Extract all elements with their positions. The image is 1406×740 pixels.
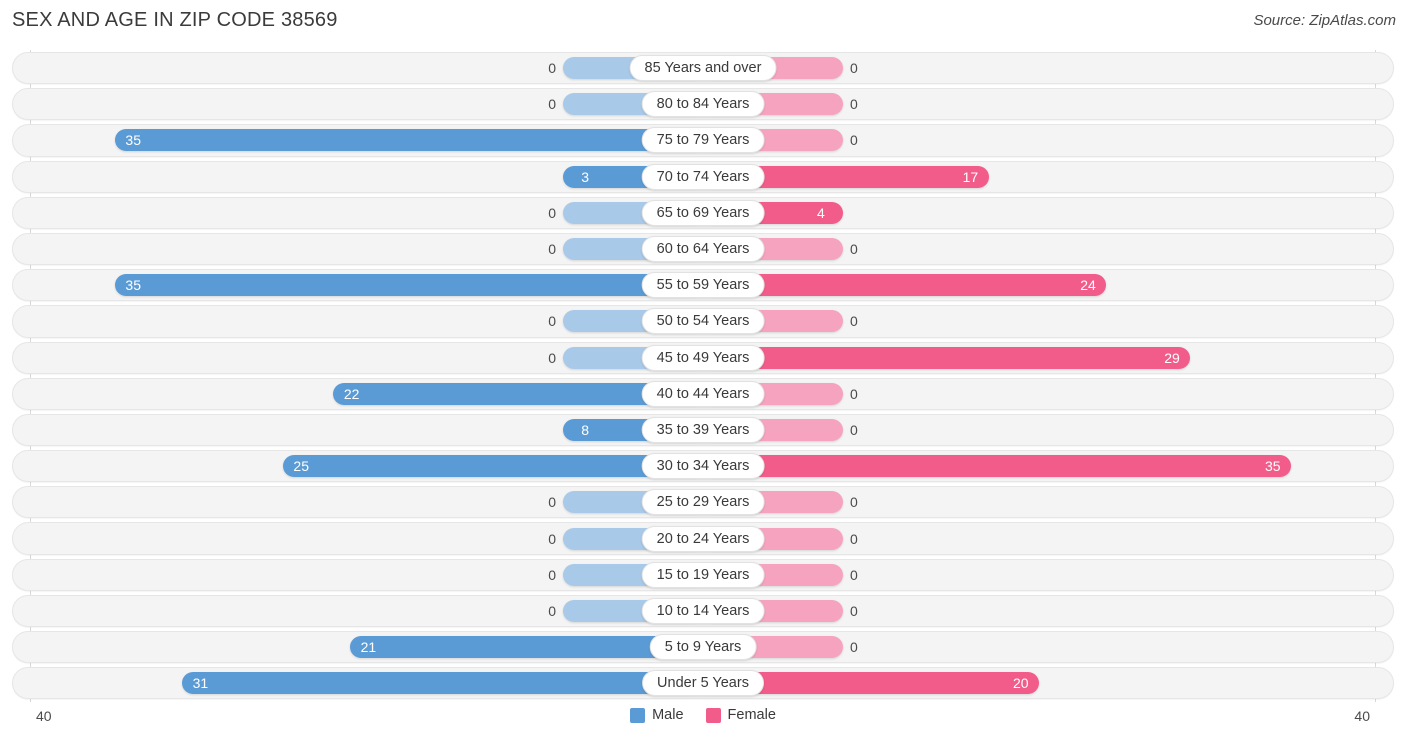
age-group-label: 50 to 54 Years	[641, 308, 765, 335]
female-value-label: 20	[1013, 675, 1029, 692]
female-bar[interactable]	[703, 455, 1291, 478]
age-group-label: 5 to 9 Years	[649, 634, 757, 661]
age-group-label: 65 to 69 Years	[641, 199, 765, 226]
age-group-row: 0 29 45 to 49 Years	[0, 340, 1406, 376]
female-value-label: 0	[850, 566, 858, 583]
age-group-row: 21 0 5 to 9 Years	[0, 629, 1406, 665]
male-value-label: 0	[548, 204, 556, 221]
female-value-label: 0	[850, 421, 858, 438]
male-value-label: 0	[548, 96, 556, 113]
age-group-label: 70 to 74 Years	[641, 163, 765, 190]
female-value-label: 0	[850, 241, 858, 258]
age-group-row: 25 35 30 to 34 Years	[0, 448, 1406, 484]
age-group-row: 0 0 15 to 19 Years	[0, 557, 1406, 593]
pyramid-plot-area: 0 0 85 Years and over 0 0 80 to 84 Years 35 0 75…	[0, 50, 1406, 702]
female-value-label: 0	[850, 385, 858, 402]
male-bar[interactable]	[115, 129, 703, 152]
legend-swatch-icon	[705, 707, 721, 723]
age-group-row: 0 0 85 Years and over	[0, 50, 1406, 86]
male-value-label: 0	[548, 349, 556, 366]
age-group-row: 0 4 65 to 69 Years	[0, 195, 1406, 231]
female-value-label: 17	[962, 168, 979, 185]
male-value-label: 0	[548, 602, 556, 619]
chart-page: SEX AND AGE IN ZIP CODE 38569 Source: Zi…	[0, 0, 1406, 740]
chart-header: SEX AND AGE IN ZIP CODE 38569 Source: Zi…	[0, 0, 1406, 46]
age-group-row: 0 0 20 to 24 Years	[0, 520, 1406, 556]
legend-item-female[interactable]: Female	[705, 707, 776, 723]
female-value-label: 29	[1164, 349, 1180, 366]
age-group-row: 8 0 35 to 39 Years	[0, 412, 1406, 448]
age-group-label: 75 to 79 Years	[641, 127, 765, 154]
female-value-label: 0	[850, 96, 858, 113]
male-value-label: 21	[360, 639, 377, 656]
age-group-label: 85 Years and over	[629, 55, 777, 82]
female-value-label: 0	[850, 602, 858, 619]
age-group-label: 15 to 19 Years	[641, 561, 765, 588]
page-title: SEX AND AGE IN ZIP CODE 38569	[12, 9, 338, 31]
age-group-label: 55 to 59 Years	[641, 272, 765, 299]
age-group-row: 0 0 10 to 14 Years	[0, 593, 1406, 629]
female-value-label: 4	[817, 204, 825, 221]
age-group-row: 35 24 55 to 59 Years	[0, 267, 1406, 303]
female-value-label: 24	[1080, 277, 1096, 294]
age-group-row: 0 0 60 to 64 Years	[0, 231, 1406, 267]
male-bar[interactable]	[115, 274, 703, 297]
age-group-label: 20 to 24 Years	[641, 525, 765, 552]
age-group-label: 40 to 44 Years	[641, 380, 765, 407]
male-value-label: 35	[125, 277, 141, 294]
age-group-row: 3 17 70 to 74 Years	[0, 159, 1406, 195]
age-group-row: 0 0 25 to 29 Years	[0, 484, 1406, 520]
age-group-label: 80 to 84 Years	[641, 91, 765, 118]
age-group-row: 0 0 80 to 84 Years	[0, 86, 1406, 122]
age-group-row: 0 0 50 to 54 Years	[0, 303, 1406, 339]
age-group-row: 35 0 75 to 79 Years	[0, 122, 1406, 158]
female-value-label: 0	[850, 530, 858, 547]
male-value-label: 35	[125, 132, 141, 149]
male-bar[interactable]	[182, 672, 703, 695]
legend-label: Male	[652, 707, 684, 723]
age-group-rows: 0 0 85 Years and over 0 0 80 to 84 Years 35 0 75…	[0, 50, 1406, 701]
female-value-label: 0	[850, 132, 858, 149]
female-value-label: 0	[850, 60, 858, 77]
legend-label: Female	[727, 707, 776, 723]
male-value-label: 0	[548, 566, 556, 583]
age-group-label: Under 5 Years	[642, 670, 764, 697]
male-value-label: 0	[548, 313, 556, 330]
chart-footer: 40 40 Male Female	[0, 702, 1406, 740]
age-group-label: 35 to 39 Years	[641, 416, 765, 443]
legend-item-male[interactable]: Male	[630, 707, 684, 723]
male-value-label: 0	[548, 494, 556, 511]
age-group-label: 25 to 29 Years	[641, 489, 765, 516]
age-group-label: 10 to 14 Years	[641, 597, 765, 624]
male-value-label: 3	[581, 168, 589, 185]
age-group-label: 60 to 64 Years	[641, 236, 765, 263]
male-bar[interactable]	[283, 455, 703, 478]
male-value-label: 0	[548, 530, 556, 547]
male-value-label: 22	[343, 385, 360, 402]
female-value-label: 0	[850, 639, 858, 656]
male-value-label: 0	[548, 60, 556, 77]
male-value-label: 25	[293, 458, 309, 475]
female-bar[interactable]	[703, 346, 1191, 369]
female-value-label: 35	[1265, 458, 1281, 475]
male-value-label: 8	[581, 421, 589, 438]
male-value-label: 0	[548, 241, 556, 258]
age-group-label: 30 to 34 Years	[641, 453, 765, 480]
age-group-row: 31 20 Under 5 Years	[0, 665, 1406, 701]
male-value-label: 31	[192, 675, 209, 692]
age-group-label: 45 to 49 Years	[641, 344, 765, 371]
source-attribution: Source: ZipAtlas.com	[1253, 12, 1396, 29]
age-group-row: 22 0 40 to 44 Years	[0, 376, 1406, 412]
female-value-label: 0	[850, 494, 858, 511]
female-value-label: 0	[850, 313, 858, 330]
chart-legend: Male Female	[0, 707, 1406, 723]
legend-swatch-icon	[630, 707, 646, 723]
